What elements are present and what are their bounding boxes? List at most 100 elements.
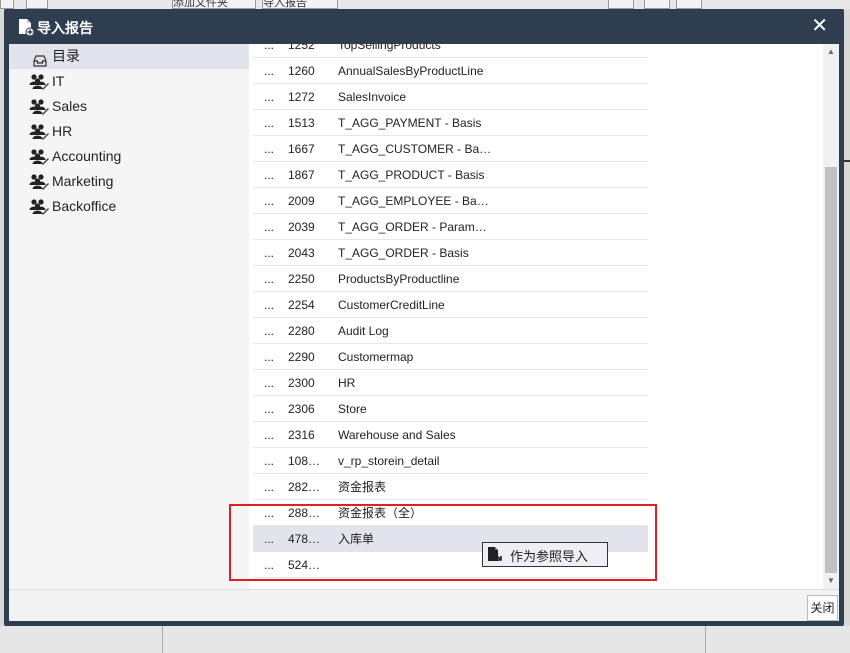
row-menu-dots[interactable]: ...	[264, 448, 284, 474]
row-menu-dots[interactable]: ...	[264, 474, 284, 500]
row-menu-dots[interactable]: ...	[264, 500, 284, 526]
group-edit-icon	[29, 73, 49, 90]
report-name: ProductsByProductline	[338, 272, 460, 286]
report-row[interactable]: ... 1667 T_AGG_CUSTOMER - Ba…	[253, 136, 648, 162]
folder-sidebar: 目录 IT Sales HR Accounting Marketing Backoffice	[9, 44, 249, 589]
group-edit-icon	[29, 98, 49, 115]
report-name: 资金报表（全）	[338, 506, 423, 520]
sidebar-item-目录[interactable]: 目录	[9, 44, 249, 69]
row-menu-dots[interactable]: ...	[264, 214, 284, 240]
report-name: T_AGG_ORDER - Param…	[338, 220, 487, 234]
import-reference-icon	[488, 547, 502, 561]
row-menu-dots[interactable]: ...	[264, 240, 284, 266]
row-menu-dots[interactable]: ...	[264, 84, 284, 110]
report-id: 1867	[288, 168, 315, 182]
scrollbar[interactable]: ▲ ▼	[823, 44, 839, 589]
report-row[interactable]: ... 2290 Customermap	[253, 344, 648, 370]
row-menu-dots[interactable]: ...	[264, 136, 284, 162]
close-button[interactable]: 关闭	[807, 595, 838, 621]
report-id: 524…	[288, 558, 321, 572]
dialog-body: 目录 IT Sales HR Accounting Marketing Backoffice…	[9, 44, 839, 589]
report-name: CustomerCreditLine	[338, 298, 445, 312]
row-menu-dots[interactable]: ...	[264, 396, 284, 422]
report-list: ... 1252 TopSellingProducts... 1260 AnnualSa…	[253, 44, 648, 578]
dialog-footer: 关闭	[9, 589, 839, 621]
sidebar-item-label: IT	[52, 73, 65, 89]
sidebar-item-label: HR	[52, 123, 73, 139]
report-row[interactable]: ... 2043 T_AGG_ORDER - Basis	[253, 240, 648, 266]
report-id: 2290	[288, 350, 315, 364]
report-name: 资金报表	[338, 480, 387, 494]
report-id: 1272	[288, 90, 315, 104]
background-import-report-button[interactable]: 导入报告	[262, 0, 338, 9]
row-menu-dots[interactable]: ...	[264, 162, 284, 188]
background-list-view-button[interactable]	[644, 0, 670, 9]
import-report-dialog: 导入报告 ✕ 目录 IT Sales HR Accounting Marketing Bac…	[4, 9, 844, 626]
sidebar-item-accounting[interactable]: Accounting	[9, 144, 249, 169]
background-toolbar-button[interactable]	[0, 0, 14, 9]
close-icon[interactable]: ✕	[811, 15, 828, 37]
sidebar-item-backoffice[interactable]: Backoffice	[9, 194, 249, 219]
report-id: 282…	[288, 480, 321, 494]
row-menu-dots[interactable]: ...	[264, 292, 284, 318]
sidebar-item-marketing[interactable]: Marketing	[9, 169, 249, 194]
background-refresh-icon-button[interactable]	[608, 0, 634, 9]
row-menu-dots[interactable]: ...	[264, 552, 284, 578]
report-name: Store	[338, 402, 367, 416]
row-menu-dots[interactable]: ...	[264, 344, 284, 370]
report-row[interactable]: ... 1513 T_AGG_PAYMENT - Basis	[253, 110, 648, 136]
background-toolbar	[0, 0, 850, 9]
background-column-divider	[705, 626, 706, 653]
background-column-divider	[162, 626, 163, 653]
dialog-header: 导入报告 ✕	[4, 9, 844, 44]
row-menu-dots[interactable]: ...	[264, 318, 284, 344]
report-row[interactable]: ... 2306 Store	[253, 396, 648, 422]
sidebar-item-sales[interactable]: Sales	[9, 94, 249, 119]
report-name: T_AGG_EMPLOYEE - Ba…	[338, 194, 489, 208]
background-grid-view-button[interactable]	[676, 0, 702, 9]
document-add-icon	[19, 19, 34, 36]
report-name: Warehouse and Sales	[338, 428, 456, 442]
report-id: 288…	[288, 506, 321, 520]
report-list-area: ... 1252 TopSellingProducts... 1260 AnnualSa…	[249, 44, 823, 589]
dialog-title: 导入报告	[37, 20, 93, 36]
report-id: 478…	[288, 532, 321, 546]
report-row[interactable]: ... 282… 资金报表	[253, 474, 648, 500]
report-name: SalesInvoice	[338, 90, 407, 104]
report-row[interactable]: ... 2250 ProductsByProductline	[253, 266, 648, 292]
row-menu-dots[interactable]: ...	[264, 266, 284, 292]
report-row[interactable]: ... 1260 AnnualSalesByProductLine	[253, 58, 648, 84]
row-menu-dots[interactable]: ...	[264, 370, 284, 396]
scroll-down-arrow-icon[interactable]: ▼	[823, 573, 839, 589]
row-menu-dots[interactable]: ...	[264, 110, 284, 136]
row-menu-dots[interactable]: ...	[264, 44, 284, 58]
report-row[interactable]: ... 2039 T_AGG_ORDER - Param…	[253, 214, 648, 240]
background-refresh-button[interactable]	[26, 0, 48, 9]
row-menu-dots[interactable]: ...	[264, 58, 284, 84]
report-row[interactable]: ... 2009 T_AGG_EMPLOYEE - Ba…	[253, 188, 648, 214]
report-name: TopSellingProducts	[338, 44, 441, 52]
report-id: 1260	[288, 64, 315, 78]
report-row[interactable]: ... 1252 TopSellingProducts	[253, 44, 648, 58]
background-add-folder-button[interactable]: 添加文件夹	[172, 0, 256, 9]
report-row[interactable]: ... 2316 Warehouse and Sales	[253, 422, 648, 448]
sidebar-item-it[interactable]: IT	[9, 69, 249, 94]
context-menu-import-as-reference[interactable]: 作为参照导入	[482, 542, 608, 567]
report-row[interactable]: ... 1272 SalesInvoice	[253, 84, 648, 110]
report-id: 108…	[288, 454, 321, 468]
report-row[interactable]: ... 108… v_rp_storein_detail	[253, 448, 648, 474]
report-row[interactable]: ... 2280 Audit Log	[253, 318, 648, 344]
report-row[interactable]: ... 1867 T_AGG_PRODUCT - Basis	[253, 162, 648, 188]
scroll-up-arrow-icon[interactable]: ▲	[823, 44, 839, 60]
report-row[interactable]: ... 2300 HR	[253, 370, 648, 396]
scrollbar-thumb[interactable]	[825, 167, 837, 573]
row-menu-dots[interactable]: ...	[264, 422, 284, 448]
background-bottom-area	[0, 626, 850, 653]
row-menu-dots[interactable]: ...	[264, 526, 284, 552]
sidebar-item-hr[interactable]: HR	[9, 119, 249, 144]
sidebar-item-label: Sales	[52, 98, 88, 114]
report-row[interactable]: ... 288… 资金报表（全）	[253, 500, 648, 526]
report-row[interactable]: ... 2254 CustomerCreditLine	[253, 292, 648, 318]
row-menu-dots[interactable]: ...	[264, 188, 284, 214]
report-id: 2043	[288, 246, 315, 260]
